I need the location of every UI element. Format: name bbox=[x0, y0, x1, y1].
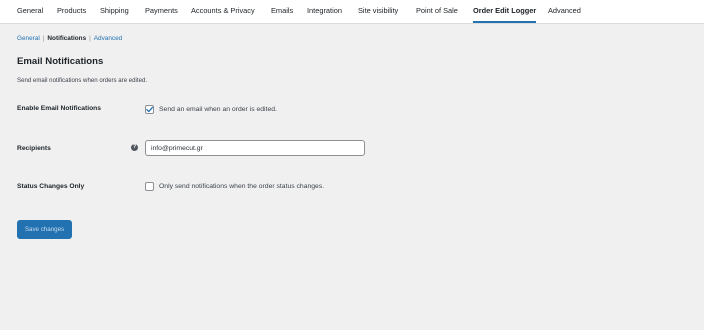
tab-accounts-privacy[interactable]: Accounts & Privacy bbox=[191, 0, 255, 23]
tab-shipping[interactable]: Shipping bbox=[100, 0, 129, 23]
subnav-advanced-link[interactable]: Advanced bbox=[94, 35, 122, 42]
tab-integration[interactable]: Integration bbox=[307, 0, 342, 23]
question-circle-icon[interactable]: ? bbox=[131, 144, 138, 151]
status-changes-only-text: Only send notifications when the order s… bbox=[159, 183, 325, 190]
settings-tab-bar: General Products Shipping Payments Accou… bbox=[0, 0, 704, 24]
subnav-general-link[interactable]: General bbox=[17, 35, 40, 42]
tab-general[interactable]: General bbox=[17, 0, 43, 23]
tab-emails[interactable]: Emails bbox=[271, 0, 293, 23]
subnav-notifications-current: Notifications bbox=[47, 35, 87, 42]
enable-notifications-checkbox[interactable] bbox=[145, 105, 154, 114]
checkmark-icon bbox=[146, 106, 154, 113]
tab-point-of-sale[interactable]: Point of Sale bbox=[416, 0, 458, 23]
tab-payments[interactable]: Payments bbox=[145, 0, 178, 23]
tab-products[interactable]: Products bbox=[57, 0, 86, 23]
recipients-input[interactable] bbox=[145, 140, 365, 156]
tab-advanced[interactable]: Advanced bbox=[548, 0, 581, 23]
section-title: Email Notifications bbox=[17, 56, 104, 67]
status-changes-only-label: Status Changes Only bbox=[17, 183, 85, 190]
enable-notifications-text: Send an email when an order is edited. bbox=[159, 106, 277, 113]
section-subnav: General | Notifications | Advanced bbox=[17, 35, 122, 42]
tab-order-edit-logger[interactable]: Order Edit Logger bbox=[473, 0, 537, 23]
subnav-separator: | bbox=[89, 35, 91, 42]
enable-notifications-label: Enable Email Notifications bbox=[17, 105, 101, 112]
tab-site-visibility[interactable]: Site visibility bbox=[358, 0, 398, 23]
status-changes-only-checkbox[interactable] bbox=[145, 182, 154, 191]
section-description: Send email notifications when orders are… bbox=[17, 77, 148, 84]
recipients-label: Recipients bbox=[17, 145, 51, 152]
subnav-separator: | bbox=[42, 35, 45, 42]
save-changes-button[interactable]: Save changes bbox=[17, 220, 72, 239]
